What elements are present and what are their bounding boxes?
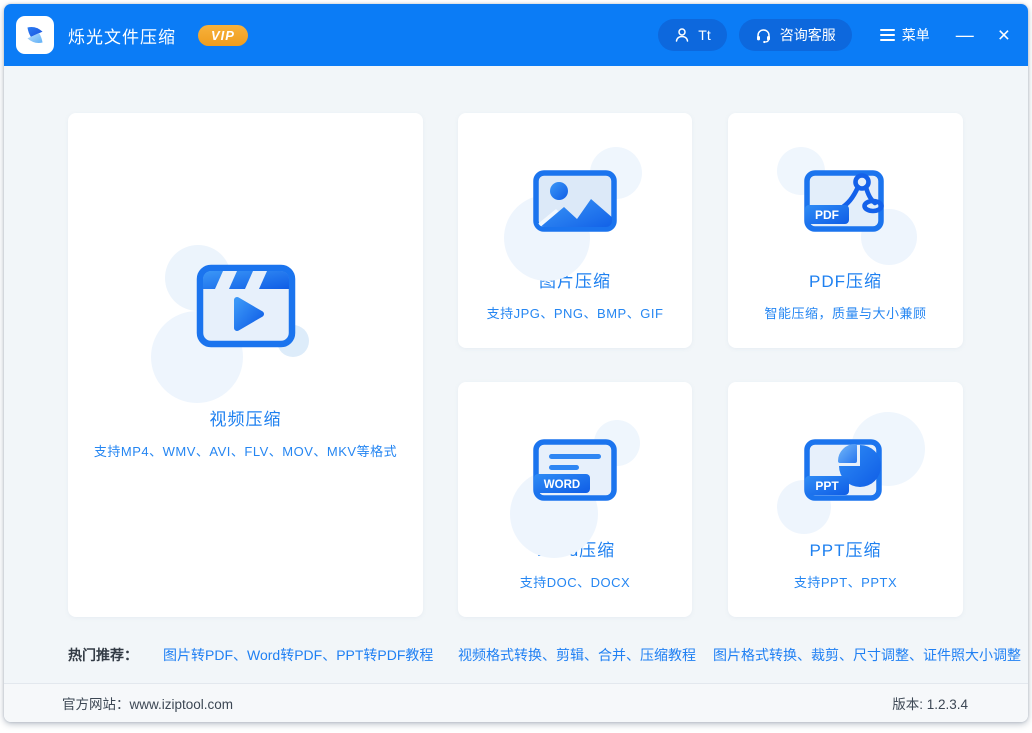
card-ppt-compress[interactable]: PPT PPT压缩 支持PPT、PPTX	[728, 382, 963, 617]
word-compress-icon: WORD	[532, 438, 618, 502]
card-subtitle: 支持DOC、DOCX	[520, 572, 630, 591]
customer-service-button[interactable]: 咨询客服	[739, 19, 852, 51]
card-pdf-compress[interactable]: PDF PDF压缩 智能压缩，质量与大小兼顾	[728, 113, 963, 348]
app-window: 烁光文件压缩 VIP Tt 咨询客服	[4, 4, 1028, 722]
version-label: 版本: 1.2.3.4	[892, 693, 968, 713]
main-area: 视频压缩 支持MP4、WMV、AVI、FLV、MOV、MKV等格式	[4, 66, 1028, 683]
app-title: 烁光文件压缩	[68, 23, 176, 48]
card-subtitle: 支持PPT、PPTX	[794, 572, 897, 591]
hot-recommend-label: 热门推荐：	[68, 645, 138, 665]
hot-link-pdf-tutorials[interactable]: 图片转PDF、Word转PDF、PPT转PDF教程	[163, 645, 433, 665]
card-title: PPT压缩	[809, 536, 881, 561]
menu-button[interactable]: 菜单	[880, 25, 930, 45]
official-website-label: 官方网站：www.iziptool.com	[62, 693, 233, 713]
vip-badge[interactable]: VIP	[198, 25, 248, 46]
card-word-compress[interactable]: WORD Word压缩 支持DOC、DOCX	[458, 382, 692, 617]
menu-label: 菜单	[902, 25, 930, 45]
customer-service-label: 咨询客服	[780, 25, 836, 45]
pdf-compress-icon: PDF	[803, 169, 889, 233]
user-account-button[interactable]: Tt	[658, 19, 726, 51]
ppt-badge: PPT	[815, 479, 839, 493]
card-subtitle: 支持MP4、WMV、AVI、FLV、MOV、MKV等格式	[94, 441, 397, 460]
minimize-button[interactable]: —	[956, 26, 974, 44]
app-logo-icon	[16, 16, 54, 54]
image-compress-icon	[532, 169, 618, 233]
card-title: 视频压缩	[210, 405, 282, 430]
word-badge: WORD	[544, 479, 580, 491]
ppt-compress-icon: PPT	[803, 438, 889, 502]
titlebar: 烁光文件压缩 VIP Tt 咨询客服	[4, 4, 1028, 66]
card-subtitle: 智能压缩，质量与大小兼顾	[764, 303, 926, 322]
card-subtitle: 支持JPG、PNG、BMP、GIF	[487, 303, 664, 322]
card-image-compress[interactable]: 图片压缩 支持JPG、PNG、BMP、GIF	[458, 113, 692, 348]
user-name-label: Tt	[698, 27, 710, 43]
hamburger-icon	[880, 29, 895, 41]
close-button[interactable]: ×	[998, 25, 1010, 46]
headset-icon	[755, 27, 772, 44]
pdf-badge: PDF	[815, 208, 839, 222]
titlebar-right: Tt 咨询客服 菜单 — ×	[658, 19, 1010, 51]
card-title: PDF压缩	[809, 267, 882, 292]
video-compress-icon	[195, 263, 297, 349]
hot-link-video-tutorials[interactable]: 视频格式转换、剪辑、合并、压缩教程	[458, 645, 696, 665]
card-video-compress[interactable]: 视频压缩 支持MP4、WMV、AVI、FLV、MOV、MKV等格式	[68, 113, 423, 617]
hot-link-image-tools[interactable]: 图片格式转换、裁剪、尺寸调整、证件照大小调整	[713, 645, 1021, 665]
user-icon	[674, 27, 690, 43]
statusbar: 官方网站：www.iziptool.com 版本: 1.2.3.4	[4, 683, 1028, 722]
